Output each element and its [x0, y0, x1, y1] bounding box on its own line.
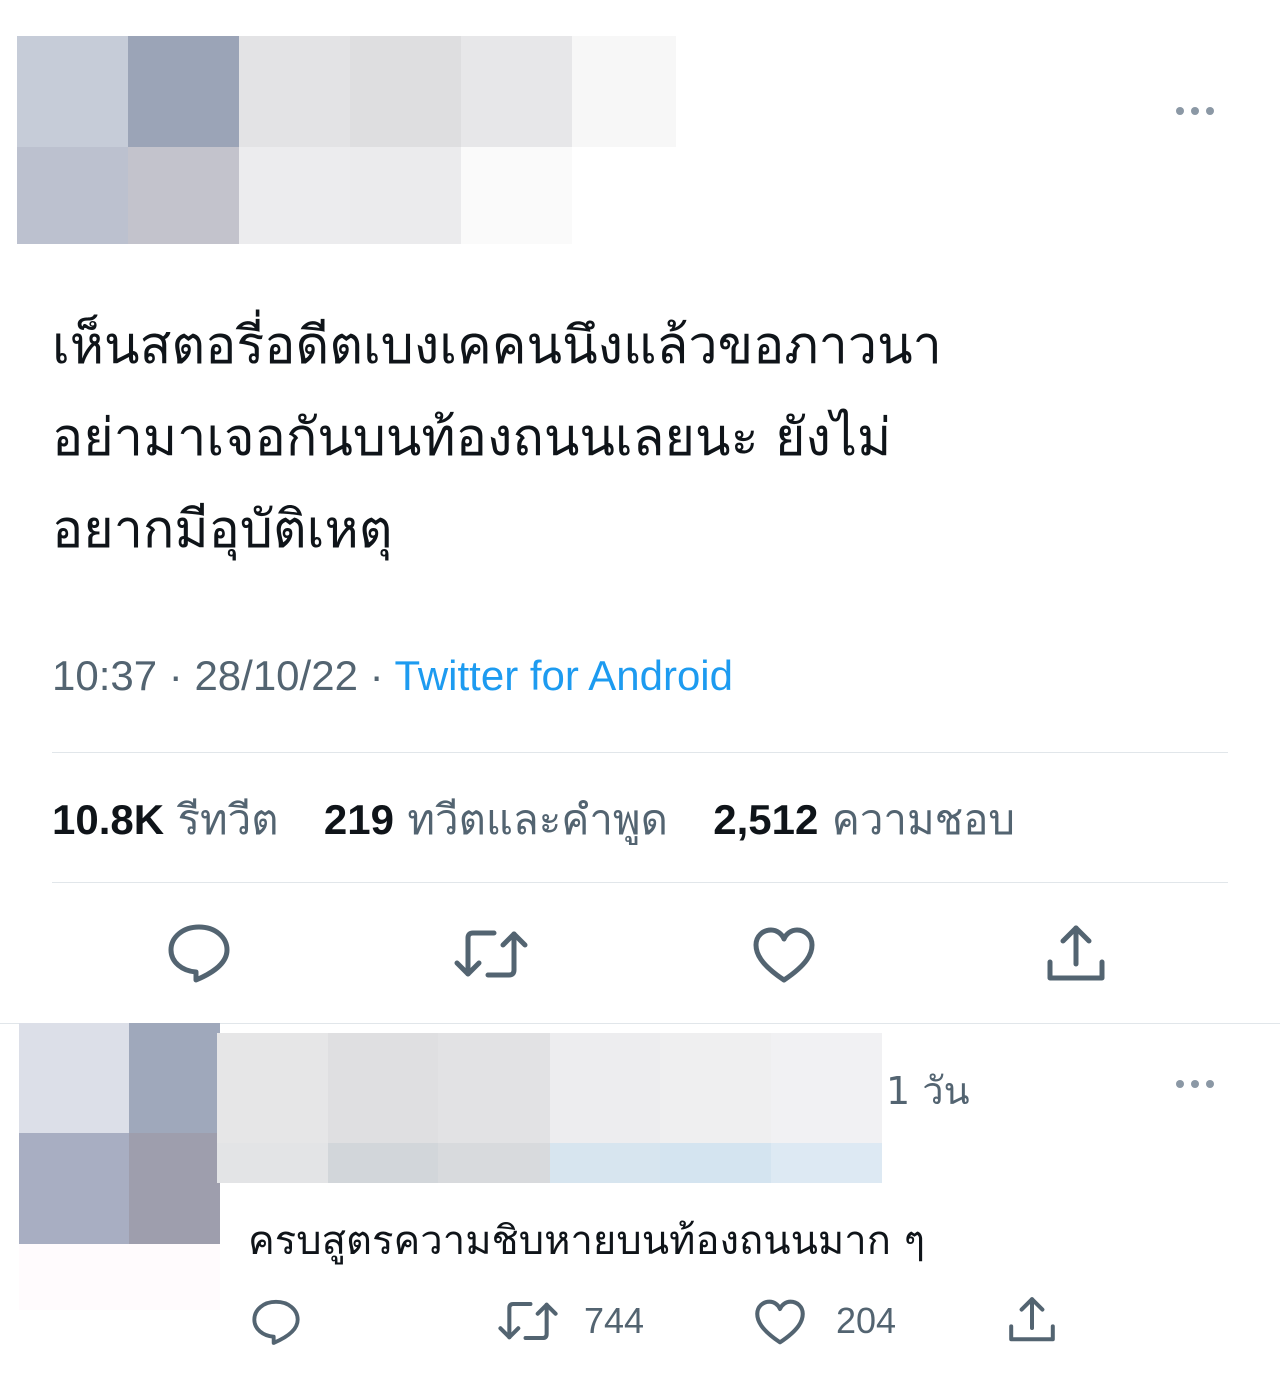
reply-author-name-blurred[interactable]	[217, 1033, 882, 1183]
reply-retweet-button[interactable]	[498, 1298, 558, 1344]
tweet-date[interactable]: 28/10/22	[194, 652, 358, 699]
divider	[52, 882, 1228, 883]
reply-like-button[interactable]	[754, 1298, 806, 1346]
retweets-label[interactable]: รีทวีต	[177, 795, 278, 844]
reply-text: ครบสูตรความชิบหายบนท้องถนนมาก ๆ	[248, 1218, 926, 1264]
reply-share-button[interactable]	[1008, 1296, 1056, 1344]
more-options-button[interactable]	[1176, 107, 1214, 115]
heart-icon	[753, 927, 815, 983]
reply-bubble-icon	[252, 1299, 300, 1345]
like-button[interactable]	[752, 926, 816, 984]
retweet-icon	[454, 930, 528, 978]
heart-icon	[755, 1299, 805, 1345]
share-button[interactable]	[1046, 924, 1106, 984]
reply-bubble-icon	[168, 924, 230, 983]
tweet-text-line: อย่ามาเจอกันบนท้องถนนเลยนะ ยังไม่	[52, 408, 892, 468]
reply-retweet-count[interactable]: 744	[584, 1300, 644, 1342]
tweet-text: เห็นสตอรี่อดีตเบงเคคนนึงแล้วขอภาวนา อย่า…	[52, 300, 1202, 576]
retweet-button[interactable]	[454, 926, 528, 982]
tweet-text-line: อยากมีอุบัติเหตุ	[52, 500, 393, 560]
retweet-icon	[498, 1301, 558, 1341]
tweet-source-link[interactable]: Twitter for Android	[395, 652, 733, 699]
tweet-time[interactable]: 10:37	[52, 652, 157, 699]
reply-more-options-button[interactable]	[1176, 1080, 1214, 1088]
tweet-meta: 10:37 · 28/10/22 · Twitter for Android	[52, 652, 733, 699]
reply-avatar-edge	[19, 1244, 220, 1310]
author-avatar-blurred[interactable]	[17, 36, 239, 244]
reply-like-count[interactable]: 204	[836, 1300, 896, 1342]
retweets-count[interactable]: 10.8K	[52, 796, 164, 843]
share-upload-icon	[1009, 1297, 1055, 1342]
reply-avatar-blurred[interactable]	[19, 1023, 220, 1244]
quotes-count[interactable]: 219	[324, 796, 394, 843]
reply-time[interactable]: 1 วัน	[886, 1060, 970, 1121]
reply-button[interactable]	[166, 922, 232, 984]
more-horizontal-icon	[1176, 107, 1184, 115]
quotes-label[interactable]: ทวีตและคำพูด	[407, 795, 668, 844]
tweet-stats: 10.8K รีทวีต 219 ทวีตและคำพูด 2,512 ความ…	[52, 790, 1047, 850]
more-horizontal-icon	[1176, 1080, 1184, 1088]
likes-label[interactable]: ความชอบ	[832, 795, 1015, 844]
author-name-blurred[interactable]	[239, 36, 676, 244]
share-upload-icon	[1047, 925, 1105, 981]
likes-count[interactable]: 2,512	[713, 796, 818, 843]
tweet-text-line: เห็นสตอรี่อดีตเบงเคคนนึงแล้วขอภาวนา	[52, 316, 942, 376]
divider	[52, 752, 1228, 753]
reply-reply-button[interactable]	[250, 1298, 302, 1346]
